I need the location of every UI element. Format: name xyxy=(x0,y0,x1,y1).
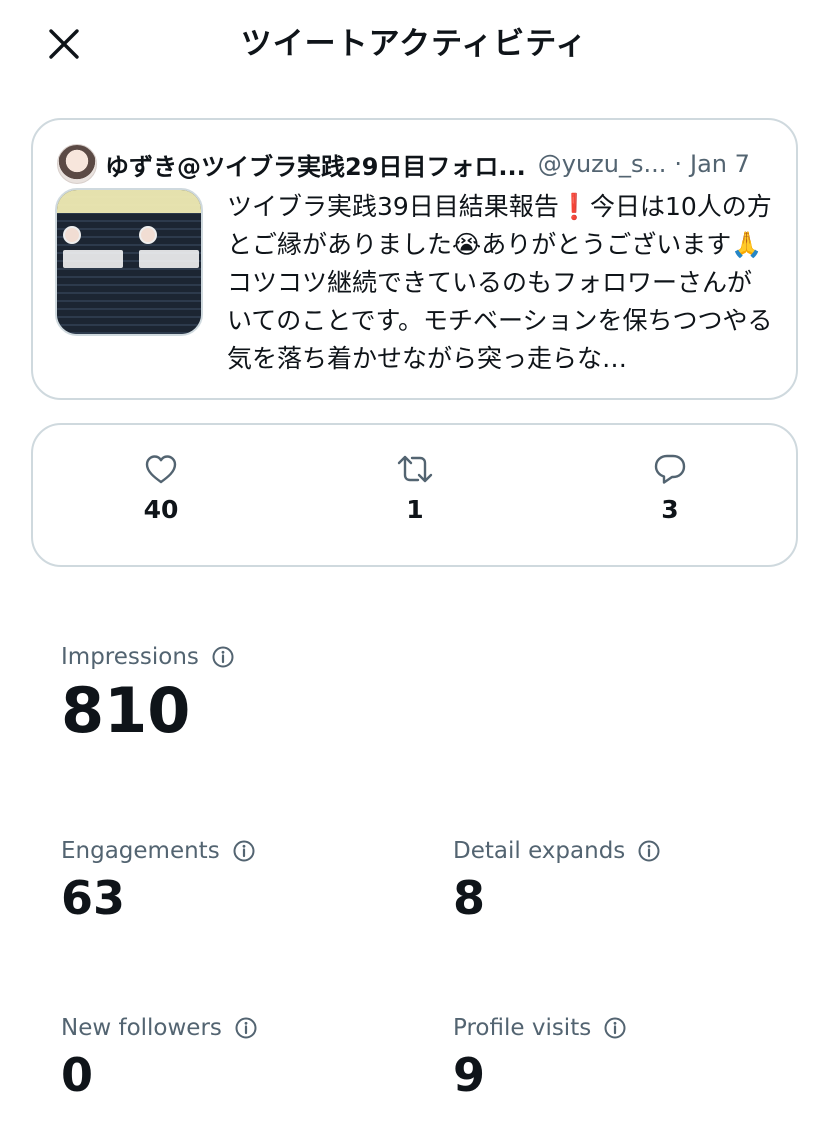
new-followers-metric: New followers 0 xyxy=(61,1015,258,1103)
info-icon[interactable] xyxy=(211,645,235,669)
info-icon[interactable] xyxy=(234,1016,258,1040)
info-icon[interactable] xyxy=(637,839,661,863)
detail-expands-value: 8 xyxy=(453,871,486,925)
new-followers-label: New followers xyxy=(61,1015,222,1041)
retweet-icon xyxy=(397,455,433,483)
likes-stat[interactable]: 40 xyxy=(91,453,231,524)
engagement-counts-card: 40 1 3 xyxy=(31,423,798,567)
impressions-label: Impressions xyxy=(61,644,199,670)
retweets-stat[interactable]: 1 xyxy=(345,453,485,524)
likes-count: 40 xyxy=(143,495,179,524)
heart-icon xyxy=(145,455,177,484)
tweet-preview-card[interactable]: ゆずき@ツイブラ実践29日目フォロ... @yuzu_s... · Jan 7 … xyxy=(31,118,798,400)
retweets-count: 1 xyxy=(406,495,424,524)
replies-stat[interactable]: 3 xyxy=(600,453,740,524)
header: ツイートアクティビティ xyxy=(0,0,828,90)
author-name[interactable]: ゆずき@ツイブラ実践29日目フォロ... xyxy=(105,147,526,182)
detail-expands-label: Detail expands xyxy=(453,838,626,864)
media-avatar-icon xyxy=(139,226,157,244)
tweet-media-thumbnail[interactable] xyxy=(55,188,203,336)
engagements-label: Engagements xyxy=(61,838,220,864)
impressions-value: 810 xyxy=(61,674,191,747)
media-avatar-icon xyxy=(63,226,81,244)
page-title: ツイートアクティビティ xyxy=(240,26,588,62)
separator-dot: · xyxy=(674,150,683,178)
detail-expands-metric: Detail expands 8 xyxy=(453,838,661,926)
info-icon[interactable] xyxy=(232,839,256,863)
tweet-header: ゆずき@ツイブラ実践29日目フォロ... @yuzu_s... · Jan 7 xyxy=(57,142,776,186)
reply-icon xyxy=(654,454,686,484)
replies-count: 3 xyxy=(661,495,679,524)
engagements-value: 63 xyxy=(61,871,126,925)
tweet-date[interactable]: Jan 7 xyxy=(690,150,750,178)
avatar[interactable] xyxy=(57,144,97,184)
new-followers-value: 0 xyxy=(61,1048,94,1102)
profile-visits-value: 9 xyxy=(453,1048,486,1102)
profile-visits-label: Profile visits xyxy=(453,1015,592,1041)
info-icon[interactable] xyxy=(603,1016,627,1040)
impressions-metric: Impressions 810 xyxy=(61,644,235,746)
tweet-text: ツイブラ実践39日目結果報告❗️今日は10人の方とご縁がありました😭ありがとうご… xyxy=(227,192,773,373)
author-handle[interactable]: @yuzu_s... xyxy=(538,150,667,178)
engagements-metric: Engagements 63 xyxy=(61,838,256,926)
profile-visits-metric: Profile visits 9 xyxy=(453,1015,627,1103)
